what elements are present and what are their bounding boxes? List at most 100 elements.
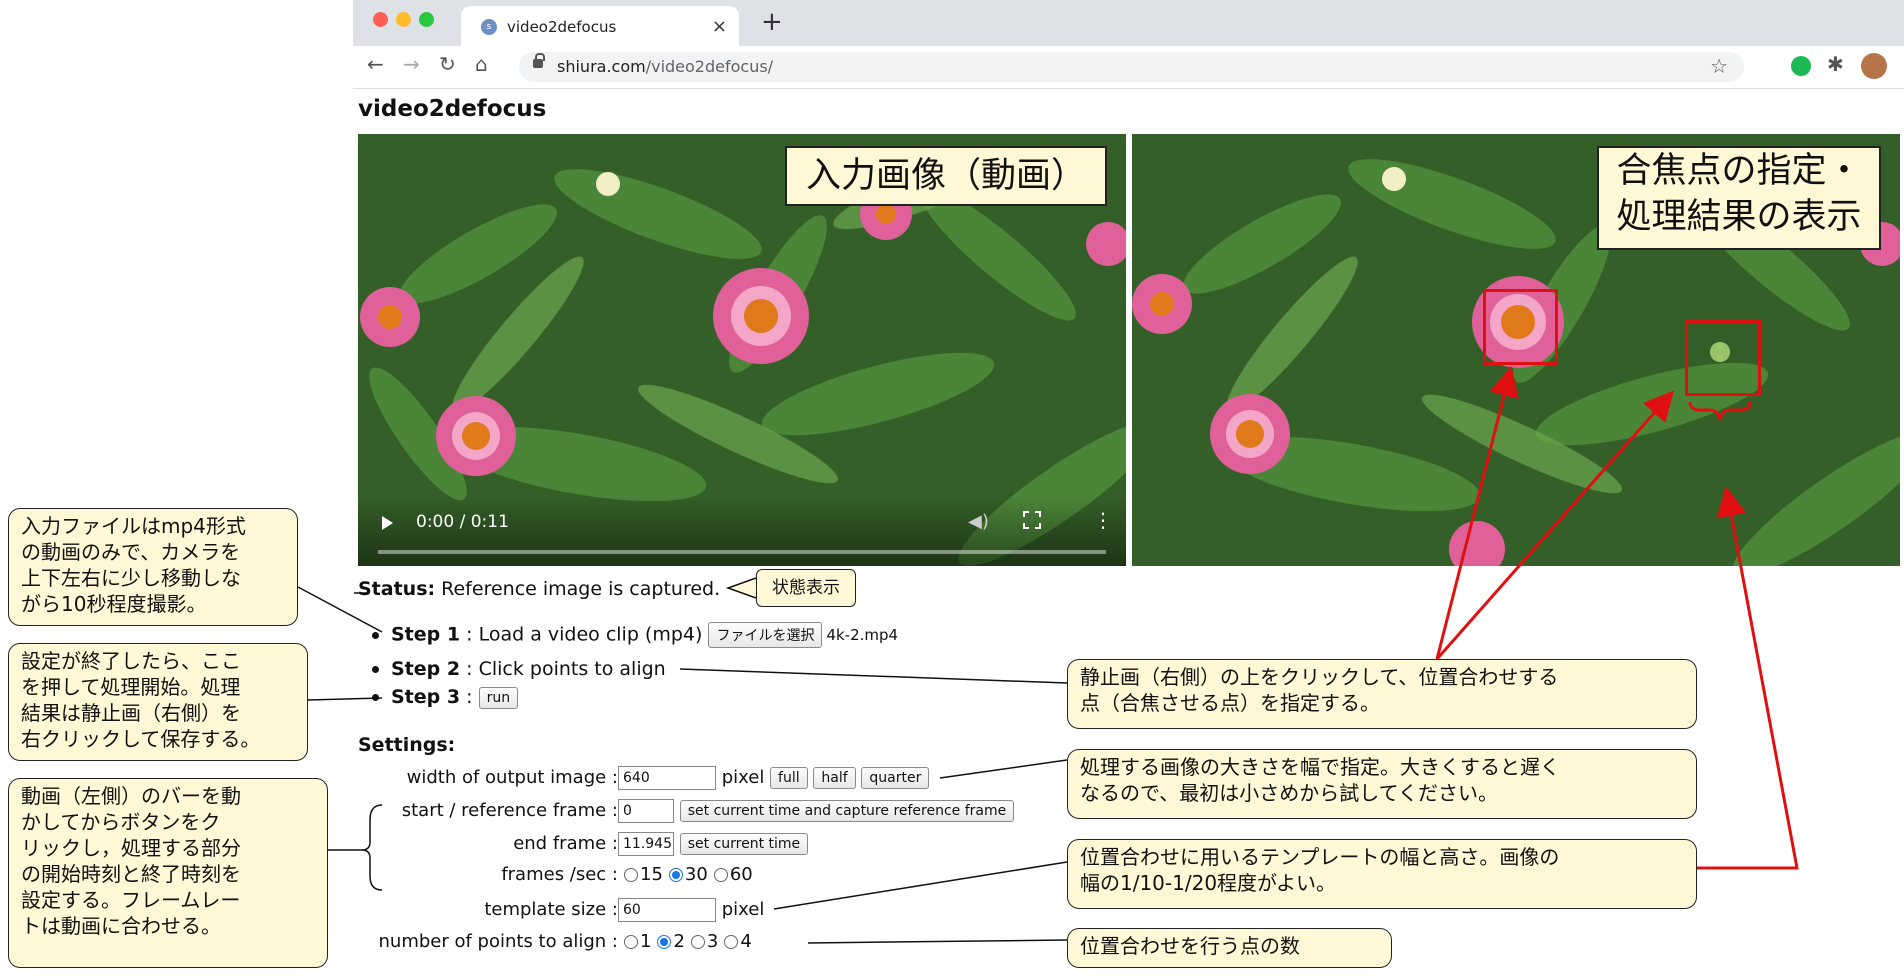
points-label: number of points to align : (378, 931, 619, 952)
site-favicon-icon: s (481, 19, 497, 35)
width-setting-row: width of output image : 640 pixel full h… (360, 766, 930, 790)
points-radio-2[interactable] (657, 935, 672, 949)
points-radio-3[interactable] (690, 935, 705, 949)
play-icon[interactable] (382, 516, 393, 530)
points-radio-1[interactable] (624, 935, 638, 949)
start-frame-input[interactable]: 0 (618, 799, 674, 823)
output-image-banner: 合焦点の指定・ 処理結果の表示 (1597, 146, 1881, 250)
status-label: Status: (358, 578, 436, 600)
points-radio-label: 4 (740, 931, 752, 952)
focus-point-marker-1[interactable] (1483, 289, 1558, 365)
callout-line: 設定が終了したら、ここ (21, 649, 241, 673)
step-3: Step 3 : run (372, 686, 519, 709)
full-button[interactable]: full (770, 767, 808, 789)
url-text[interactable]: shiura.com/video2defocus/ (557, 57, 773, 76)
status-text: Reference image is captured. (435, 578, 721, 600)
callout-line: 上下左右に少し移動しな (21, 566, 241, 590)
home-icon[interactable]: ⌂ (475, 52, 488, 76)
tab-title: video2defocus (507, 18, 617, 36)
more-options-icon[interactable]: ⋮ (1093, 508, 1113, 532)
callout-line: 位置合わせを行う点の数 (1080, 934, 1300, 958)
end-frame-input[interactable]: 11.945 (618, 832, 674, 856)
reload-icon[interactable]: ↻ (439, 52, 456, 76)
lock-icon (533, 53, 545, 68)
frames-callout: 動画（左側）のバーを動 かしてからボタンをク リックし，処理する部分 の開始時刻… (8, 778, 328, 968)
url-path: /video2defocus/ (645, 57, 774, 76)
fps-radio-label: 30 (684, 864, 708, 885)
video-controls: 0:00 / 0:11 ◀) ⋮ (358, 496, 1126, 566)
fps-radio-15[interactable] (624, 868, 638, 882)
template-size-unit: pixel (716, 899, 765, 920)
fps-radio-30[interactable] (668, 868, 683, 882)
points-radio-4[interactable] (724, 935, 739, 949)
fullscreen-icon[interactable] (1023, 511, 1041, 529)
choose-file-button[interactable]: ファイルを選択 (708, 622, 823, 648)
capture-reference-button[interactable]: set current time and capture reference f… (679, 800, 1015, 822)
url-host: shiura.com (557, 57, 646, 76)
callout-line: 結果は静止画（右側）を (21, 701, 241, 725)
address-bar[interactable]: shiura.com/video2defocus/ ☆ (519, 52, 1744, 82)
points-row: number of points to align : 1234 (360, 931, 752, 952)
step-2-text: : Click points to align (460, 658, 666, 680)
callout-line: 点（合焦させる点）を指定する。 (1080, 691, 1380, 715)
input-image-banner: 入力画像（動画） (785, 146, 1107, 206)
selected-file-name: 4k-2.mp4 (826, 626, 899, 644)
points-radio-label: 1 (640, 931, 652, 952)
width-input[interactable]: 640 (618, 766, 716, 790)
callout-line: なるので、最初は小さめから試してください。 (1080, 781, 1498, 805)
settings-title: Settings: (358, 734, 456, 756)
status-tag-callout: 状態表示 (756, 569, 856, 607)
tab-close-icon[interactable]: × (712, 16, 727, 37)
callout-line: トは動画に合わせる。 (21, 914, 221, 938)
set-end-time-button[interactable]: set current time (679, 833, 809, 855)
callout-line: 設定する。フレームレー (21, 888, 241, 912)
step-1-label: Step 1 (391, 623, 461, 646)
end-frame-label: end frame : (513, 833, 618, 854)
connector-line (939, 759, 1068, 779)
input-file-callout: 入力ファイルはmp4形式 の動画のみで、カメラを 上下左右に少し移動しな がら1… (8, 508, 298, 626)
half-button[interactable]: half (813, 767, 856, 789)
step-1-text: : Load a video clip (mp4) (460, 623, 709, 646)
callout-line: リックし，処理する部分 (21, 836, 241, 860)
profile-avatar-icon[interactable] (1861, 53, 1887, 79)
status-line: Status: Reference image is captured. (358, 578, 720, 600)
width-callout: 処理する画像の大きさを幅で指定。大きくすると遅く なるので、最初は小さめから試し… (1067, 749, 1697, 819)
start-frame-label: start / reference frame : (401, 800, 618, 821)
bullet-icon (372, 666, 379, 673)
volume-icon[interactable]: ◀) (968, 511, 989, 532)
focus-point-marker-2[interactable] (1685, 320, 1761, 396)
forward-arrow-icon[interactable]: → (403, 52, 420, 76)
width-label: width of output image : (406, 767, 618, 788)
extension-green-icon[interactable] (1791, 56, 1811, 76)
step-2-label: Step 2 (391, 658, 461, 680)
connector-line (307, 697, 383, 701)
bullet-icon (372, 694, 379, 701)
window-zoom-icon[interactable] (419, 12, 434, 27)
fps-label: frames /sec : (501, 864, 618, 885)
step-1: Step 1 : Load a video clip (mp4) ファイルを選択… (372, 622, 898, 648)
fps-radio-label: 15 (640, 864, 663, 885)
quarter-button[interactable]: quarter (861, 767, 930, 789)
points-radio-label: 3 (706, 931, 719, 952)
fps-radio-group: 15 30 60 (618, 864, 753, 885)
new-tab-icon[interactable]: + (761, 7, 783, 37)
template-size-input[interactable]: 60 (618, 898, 716, 922)
connector-line (773, 861, 1068, 910)
bookmark-star-icon[interactable]: ☆ (1710, 54, 1728, 78)
fps-radio-label: 60 (729, 864, 753, 885)
browser-tab[interactable]: s video2defocus × (461, 6, 739, 46)
points-callout: 位置合わせを行う点の数 (1067, 928, 1392, 968)
extensions-puzzle-icon[interactable]: ✱ (1827, 52, 1847, 76)
window-close-icon[interactable] (373, 12, 388, 27)
template-callout: 位置合わせに用いるテンプレートの幅と高さ。画像の 幅の1/10-1/20程度がよ… (1067, 839, 1697, 909)
fps-radio-60[interactable] (713, 868, 728, 882)
run-button[interactable]: run (478, 686, 519, 709)
points-radio-group: 1234 (618, 931, 752, 952)
output-banner-line1: 合焦点の指定・ (1616, 151, 1862, 191)
window-minimize-icon[interactable] (396, 12, 411, 27)
callout-line: 静止画（右側）の上をクリックして、位置合わせする (1080, 665, 1559, 689)
output-banner-line2: 処理結果の表示 (1616, 197, 1862, 237)
callout-line: 右クリックして保存する。 (21, 727, 261, 751)
video-progress-bar[interactable] (378, 550, 1106, 554)
back-arrow-icon[interactable]: ← (367, 52, 384, 76)
